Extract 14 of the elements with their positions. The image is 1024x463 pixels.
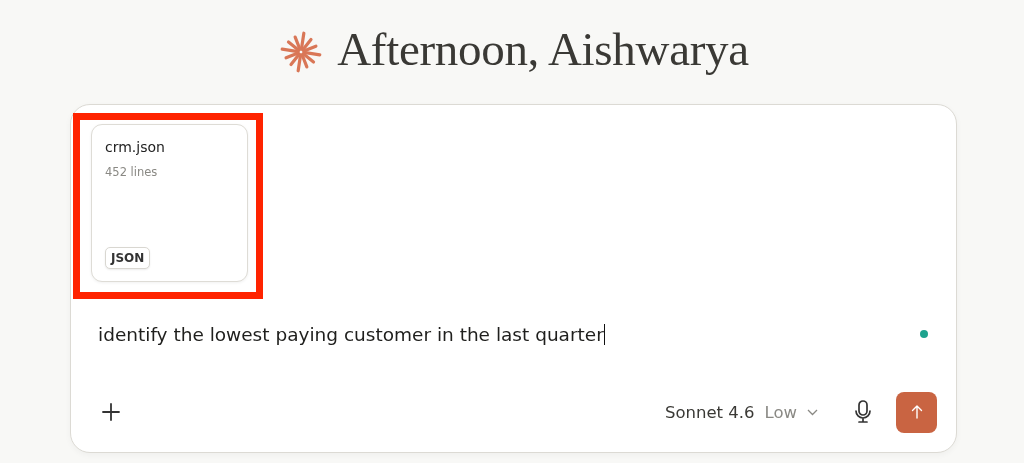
chevron-down-icon <box>807 408 818 416</box>
starburst-logo-icon <box>279 30 324 74</box>
microphone-button[interactable] <box>854 400 872 424</box>
file-line-count: 452 lines <box>105 165 159 179</box>
greeting-heading: Afternoon, Aishwarya <box>337 25 749 77</box>
add-button[interactable] <box>101 402 121 422</box>
arrow-up-icon <box>910 405 923 419</box>
file-type-tag: JSON <box>105 247 151 269</box>
model-selector[interactable]: Sonnet 4.6 Low <box>664 402 818 422</box>
file-name: crm.json <box>105 139 166 155</box>
prompt-field[interactable]: identify the lowest paying customer in the last quarter <box>98 323 920 345</box>
send-button[interactable] <box>896 391 937 433</box>
file-attachment-card[interactable]: crm.json 452 lines JSON <box>91 124 248 282</box>
status-dot-icon <box>920 330 928 338</box>
